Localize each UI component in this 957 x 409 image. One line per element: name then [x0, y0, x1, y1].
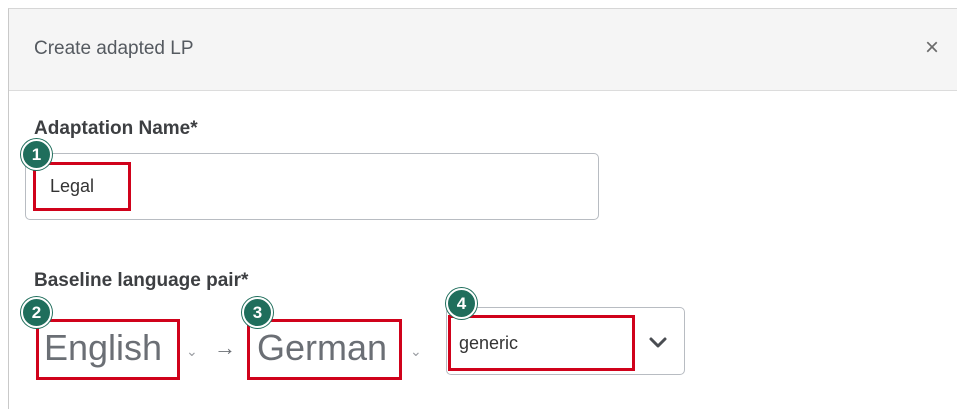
target-language-highlight — [247, 319, 402, 380]
adaptation-name-value[interactable]: Legal — [33, 162, 131, 211]
variant-select-value[interactable]: generic — [448, 315, 635, 371]
dialog-title: Create adapted LP — [34, 38, 194, 59]
close-icon[interactable]: × — [925, 36, 939, 60]
step-marker-3: 3 — [242, 297, 273, 328]
step-marker-4: 4 — [446, 288, 477, 319]
baseline-language-pair-label: Baseline language pair* — [34, 270, 249, 291]
adaptation-name-label: Adaptation Name* — [34, 118, 198, 139]
chevron-down-icon[interactable] — [646, 330, 670, 354]
source-language-highlight — [36, 319, 180, 380]
step-marker-1: 1 — [21, 139, 52, 170]
source-language-chevron-icon[interactable]: ⌄ — [186, 343, 198, 360]
language-arrow-icon: → — [214, 335, 236, 360]
dialog-header: Create adapted LP × — [9, 9, 957, 91]
step-marker-2: 2 — [21, 297, 52, 328]
target-language-chevron-icon[interactable]: ⌄ — [410, 343, 422, 360]
